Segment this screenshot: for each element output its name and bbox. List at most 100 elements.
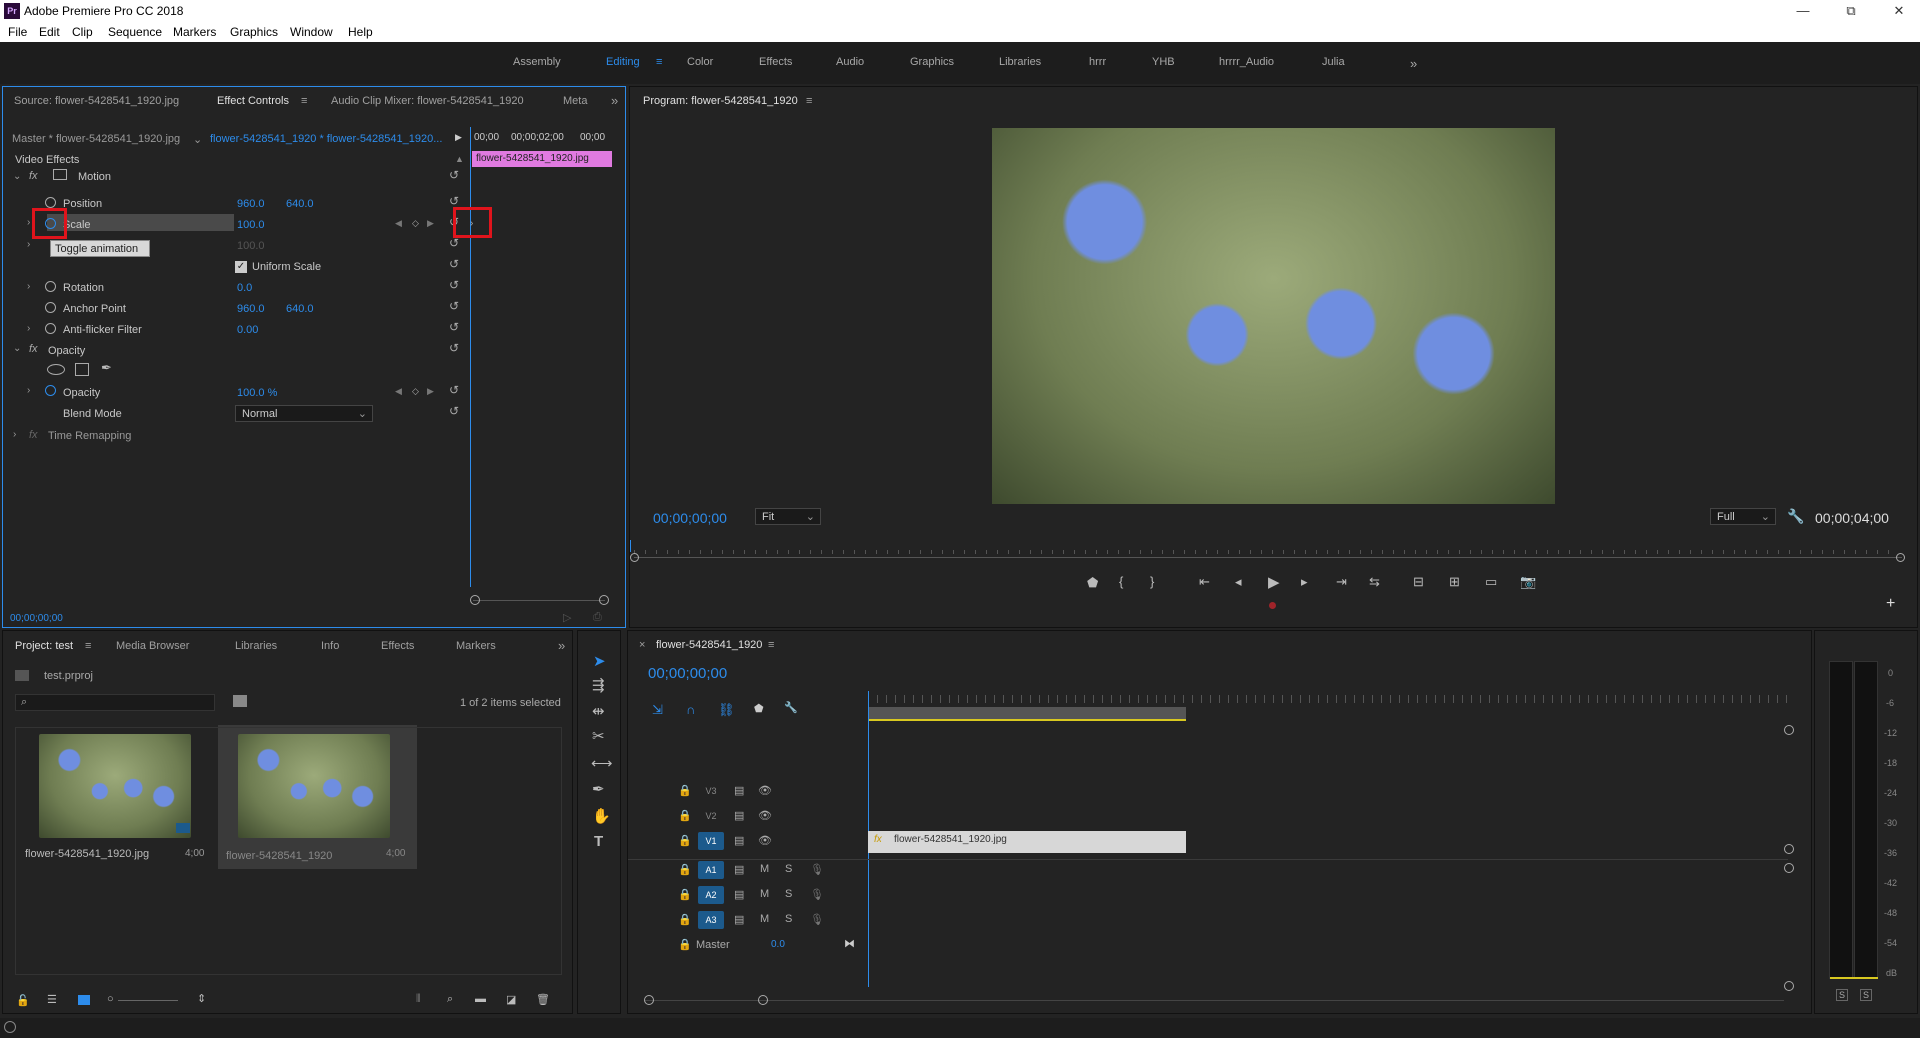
zoom-slider[interactable]: [118, 1000, 178, 1001]
timeline-title[interactable]: flower-5428541_1920: [656, 639, 762, 651]
selection-tool-icon[interactable]: ➤: [593, 652, 606, 670]
scale-value[interactable]: 100.0: [237, 219, 265, 231]
extract-icon[interactable]: ⊞: [1449, 574, 1460, 590]
new-search-bin-icon[interactable]: [233, 695, 247, 707]
menu-graphics[interactable]: Graphics: [230, 25, 278, 39]
master-goto-icon[interactable]: ⧓: [844, 937, 855, 950]
master-lock-icon[interactable]: 🔒: [678, 938, 692, 951]
opacity-fx-icon[interactable]: fx: [29, 343, 38, 355]
workspace-graphics[interactable]: Graphics: [910, 56, 954, 68]
program-preview-image[interactable]: [992, 128, 1555, 504]
ec-clip-bar[interactable]: flower-5428541_1920.jpg: [472, 151, 612, 167]
v1-lock-icon[interactable]: 🔒: [678, 834, 692, 847]
transform-icon[interactable]: [53, 169, 67, 180]
pen-mask-icon[interactable]: ✒: [101, 360, 112, 376]
project-search-input[interactable]: ⌕: [15, 694, 215, 711]
lock-icon[interactable]: 🔓: [16, 994, 30, 1007]
anchor-x-value[interactable]: 960.0: [237, 303, 265, 315]
a2-lock-icon[interactable]: 🔒: [678, 888, 692, 901]
add-marker-tl-icon[interactable]: ⬟: [754, 702, 764, 715]
timeline-menu-icon[interactable]: ≡: [768, 639, 774, 651]
program-timecode[interactable]: 00;00;00;00: [653, 510, 727, 526]
workspace-audio[interactable]: Audio: [836, 56, 864, 68]
snap-icon[interactable]: ∩: [686, 702, 695, 717]
position-x-value[interactable]: 960.0: [237, 198, 265, 210]
rotation-expand-icon[interactable]: ›: [27, 281, 30, 292]
timeline-settings-icon[interactable]: 🔧: [784, 701, 798, 714]
position-stopwatch-icon[interactable]: [45, 197, 56, 208]
camera-icon[interactable]: 📷: [1520, 574, 1536, 590]
timeline-zoom-handle-left[interactable]: [644, 995, 654, 1005]
opacity-value[interactable]: 100.0 %: [237, 387, 277, 399]
quality-select[interactable]: Full ⌄: [1710, 508, 1776, 525]
a2-solo-button[interactable]: S: [785, 888, 792, 900]
rectangle-mask-icon[interactable]: [75, 363, 89, 376]
list-view-icon[interactable]: ☰: [47, 993, 57, 1006]
antiflicker-stopwatch-icon[interactable]: [45, 323, 56, 334]
scale-width-reset-icon[interactable]: ↺: [449, 236, 459, 250]
antiflicker-expand-icon[interactable]: ›: [27, 323, 30, 334]
tab-source[interactable]: Source: flower-5428541_1920.jpg: [14, 95, 179, 107]
workspace-color[interactable]: Color: [687, 56, 713, 68]
a1-track-label[interactable]: A1: [698, 861, 724, 879]
position-reset-icon[interactable]: ↺: [449, 194, 459, 208]
tab-libraries[interactable]: Libraries: [235, 640, 277, 652]
rotation-stopwatch-icon[interactable]: [45, 281, 56, 292]
tab-metadata[interactable]: Meta: [563, 95, 587, 107]
master-clip-label[interactable]: Master * flower-5428541_1920.jpg: [12, 133, 180, 145]
a3-track-label[interactable]: A3: [698, 911, 724, 929]
mark-out-icon[interactable]: }: [1150, 574, 1154, 589]
workspace-effects[interactable]: Effects: [759, 56, 792, 68]
opacity-add-keyframe-icon[interactable]: ◇: [412, 386, 419, 397]
add-keyframe-icon[interactable]: ◇: [412, 218, 419, 229]
a2-sync-icon[interactable]: ▤: [734, 888, 744, 901]
add-marker-icon[interactable]: ⬟: [1087, 575, 1098, 591]
step-forward-icon[interactable]: ▸: [1301, 574, 1308, 590]
workspace-hrrr[interactable]: hrrr: [1089, 56, 1106, 68]
ec-playhead[interactable]: [470, 127, 471, 587]
workspace-hrrrr-audio[interactable]: hrrrr_Audio: [1219, 56, 1274, 68]
zoom-slider-handle[interactable]: ○: [107, 993, 114, 1005]
a-scroll-handle-bottom[interactable]: [1784, 981, 1794, 991]
loop-icon[interactable]: ⇆: [1369, 574, 1380, 590]
ec-export-icon[interactable]: ⎙: [593, 611, 602, 624]
v1-sync-icon[interactable]: ▤: [734, 834, 744, 847]
a1-sync-icon[interactable]: ▤: [734, 863, 744, 876]
v3-eye-icon[interactable]: 👁: [758, 784, 772, 797]
wrench-icon[interactable]: 🔧: [1787, 508, 1804, 525]
program-playhead[interactable]: [630, 540, 631, 552]
tab-markers[interactable]: Markers: [456, 640, 496, 652]
uniform-scale-reset-icon[interactable]: ↺: [449, 257, 459, 271]
solo-left-button[interactable]: S: [1836, 989, 1848, 1001]
a3-mute-button[interactable]: M: [760, 913, 769, 925]
tab-menu-icon[interactable]: ≡: [301, 95, 307, 107]
panel-more-icon[interactable]: »: [611, 93, 618, 108]
solo-right-button[interactable]: S: [1860, 989, 1872, 1001]
workspace-more-icon[interactable]: »: [1410, 56, 1417, 71]
workspace-editing[interactable]: Editing: [606, 56, 640, 68]
a3-mic-icon[interactable]: 🎙: [810, 913, 824, 926]
timeline-timecode[interactable]: 00;00;00;00: [648, 665, 727, 682]
tab-effects[interactable]: Effects: [381, 640, 414, 652]
tab-audio-clip-mixer[interactable]: Audio Clip Mixer: flower-5428541_1920: [331, 95, 524, 107]
v1-track-label[interactable]: V1: [698, 832, 724, 850]
menu-markers[interactable]: Markers: [173, 25, 216, 39]
time-remap-fx-icon[interactable]: fx: [29, 429, 38, 441]
razor-tool-icon[interactable]: ✂: [592, 727, 605, 745]
nest-icon[interactable]: ⇲: [652, 702, 663, 718]
hand-tool-icon[interactable]: ✋: [592, 807, 611, 825]
v-scroll-handle-top[interactable]: [1784, 725, 1794, 735]
program-zoom-bar[interactable]: [634, 557, 1902, 558]
project-tab-menu-icon[interactable]: ≡: [85, 640, 91, 652]
new-item-icon[interactable]: ◪: [506, 993, 516, 1006]
tab-effect-controls[interactable]: Effect Controls: [217, 95, 289, 107]
a-scroll-handle-top[interactable]: [1784, 863, 1794, 873]
go-to-out-icon[interactable]: ⇥: [1336, 574, 1347, 590]
fit-select[interactable]: Fit ⌄: [755, 508, 821, 525]
automate-icon[interactable]: ⫴: [416, 993, 421, 1006]
a1-solo-button[interactable]: S: [785, 863, 792, 875]
step-back-icon[interactable]: ◂: [1235, 574, 1242, 590]
menu-clip[interactable]: Clip: [72, 25, 93, 39]
prev-keyframe-icon[interactable]: ◀: [395, 218, 402, 229]
workspace-julia[interactable]: Julia: [1322, 56, 1345, 68]
